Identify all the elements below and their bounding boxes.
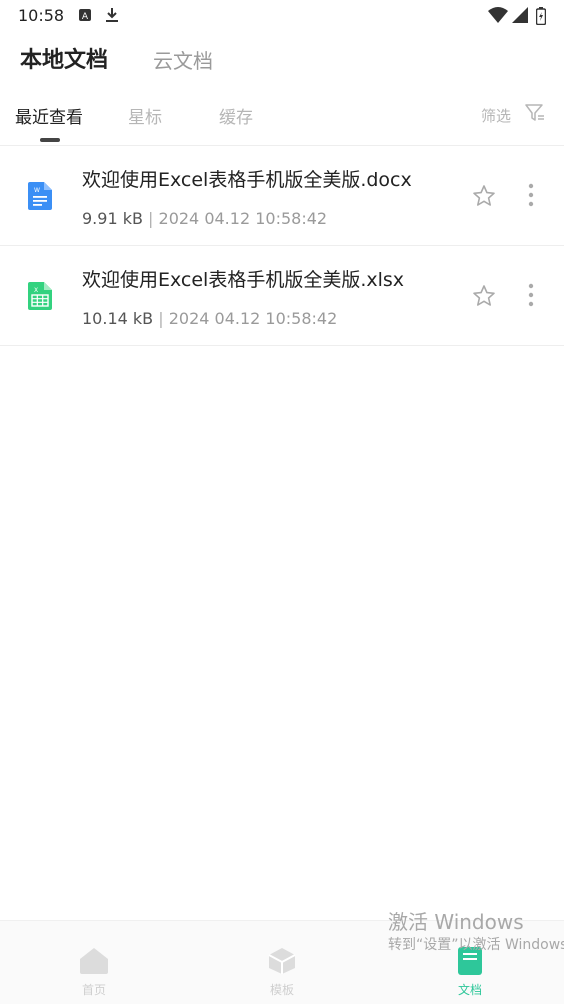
signal-icon: [512, 7, 528, 27]
nav-home[interactable]: 首页: [64, 947, 124, 998]
wifi-icon: [488, 7, 508, 27]
file-date: 2024 04.12 10:58:42: [168, 309, 338, 328]
more-options-icon[interactable]: [528, 283, 534, 311]
star-icon[interactable]: [472, 284, 496, 312]
svg-text:A: A: [82, 12, 89, 22]
download-icon: [105, 7, 119, 27]
nav-label: 模板: [269, 983, 294, 997]
activation-watermark-title: 激活 Windows: [388, 910, 524, 934]
status-time: 10:58: [18, 6, 65, 25]
tab-recently-viewed[interactable]: 最近查看: [15, 103, 83, 128]
nav-templates[interactable]: 模板: [252, 947, 312, 998]
file-size: 10.14 kB: [82, 309, 154, 328]
status-bar: 10:58 A: [0, 0, 564, 32]
star-icon[interactable]: [472, 184, 496, 212]
divider: [0, 345, 564, 346]
tab-local-documents[interactable]: 本地文档: [20, 42, 108, 74]
file-name: 欢迎使用Excel表格手机版全美版.docx: [82, 169, 412, 191]
file-date: 2024 04.12 10:58:42: [158, 209, 328, 228]
tab-cache[interactable]: 缓存: [219, 103, 253, 128]
word-doc-icon: W: [28, 182, 52, 214]
meta-separator: |: [153, 309, 169, 328]
filter-button[interactable]: 筛选: [481, 105, 511, 126]
excel-sheet-icon: X: [28, 282, 52, 314]
meta-separator: |: [142, 209, 159, 228]
file-meta: 9.91 kB | 2024 04.12 10:58:42: [82, 209, 327, 228]
svg-text:X: X: [34, 287, 38, 294]
file-size: 9.91 kB: [82, 209, 143, 228]
app-a-icon: A: [78, 7, 92, 26]
svg-text:W: W: [34, 187, 40, 194]
activation-watermark-subtitle: 转到“设置”以激活 Windows。: [388, 937, 564, 953]
nav-label: 文档: [457, 983, 482, 997]
active-tab-indicator: [40, 138, 60, 142]
template-cube-icon: [252, 947, 312, 979]
file-row[interactable]: W 欢迎使用Excel表格手机版全美版.docx 9.91 kB | 2024 …: [0, 146, 564, 246]
battery-charging-icon: [535, 7, 547, 29]
file-name: 欢迎使用Excel表格手机版全美版.xlsx: [82, 269, 405, 291]
nav-documents[interactable]: 文档: [440, 947, 500, 998]
more-options-icon[interactable]: [528, 183, 534, 211]
file-meta: 10.14 kB | 2024 04.12 10:58:42: [82, 309, 337, 328]
tab-cloud-documents[interactable]: 云文档: [153, 45, 213, 74]
tab-starred[interactable]: 星标: [128, 103, 162, 128]
file-row[interactable]: X 欢迎使用Excel表格手机版全美版.xlsx 10.14 kB | 2024…: [0, 246, 564, 346]
filter-icon[interactable]: [525, 103, 545, 127]
home-icon: [64, 947, 124, 979]
nav-label: 首页: [81, 983, 106, 997]
